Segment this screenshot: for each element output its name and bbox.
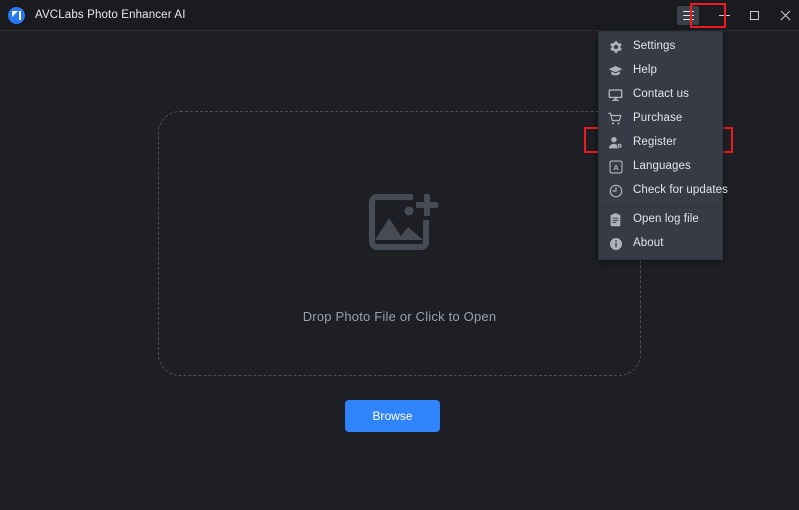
photo-dropzone[interactable]: Drop Photo File or Click to Open [158,111,641,376]
logo-glyph [12,10,21,20]
close-button[interactable] [769,0,799,31]
info-icon [608,237,623,252]
menu-line-3 [682,18,694,21]
menu-item-settings[interactable]: Settings [599,35,722,59]
menu-item-label: Help [633,64,658,77]
refresh-icon [608,184,623,199]
clipboard-icon [608,212,623,227]
menu-item-label: Purchase [633,112,683,125]
menu-item-purchase[interactable]: Purchase [599,107,722,131]
menu-item-register[interactable]: Register [599,131,722,155]
titlebar: AVCLabs Photo Enhancer AI [0,0,799,31]
application-window: AVCLabs Photo Enhancer AI Drop Photo Fil… [0,0,799,510]
monitor-icon [608,88,623,103]
window-controls [671,0,799,31]
menu-item-help[interactable]: Help [599,59,722,83]
app-title: AVCLabs Photo Enhancer AI [35,9,186,21]
menu-item-label: About [633,237,664,250]
minimize-button[interactable] [709,0,739,31]
menu-item-label: Settings [633,40,676,53]
menu-item-label: Open log file [633,212,699,225]
browse-button[interactable]: Browse [345,400,440,432]
hamburger-menu-icon[interactable] [677,6,699,25]
menu-item-open-log-file[interactable]: Open log file [599,206,722,232]
logo-triangle [12,11,18,17]
menu-line-1 [682,10,694,13]
maximize-icon [749,11,759,20]
logo-bar [18,10,21,20]
dropzone-label: Drop Photo File or Click to Open [302,309,497,324]
menu-item-contact-us[interactable]: Contact us [599,83,722,107]
menu-item-about[interactable]: About [599,232,722,256]
image-add-icon [365,190,441,254]
shopping-cart-icon [608,112,623,127]
menu-item-label: Languages [633,160,691,173]
close-icon [779,10,790,21]
menu-item-label: Check for updates [633,184,729,197]
menu-item-languages[interactable]: A Languages [599,155,722,179]
svg-text:A: A [613,163,619,172]
avclabs-logo-icon [8,6,25,24]
user-register-icon [608,136,623,151]
hamburger-menu-button[interactable] [671,0,705,31]
gear-icon [608,40,623,55]
menu-item-label: Register [633,136,677,149]
minimize-icon [718,14,730,17]
graduation-cap-icon [608,64,623,79]
menu-line-2 [682,14,694,17]
maximize-button[interactable] [739,0,769,31]
menu-item-label: Contact us [633,88,689,101]
menu-item-check-for-updates[interactable]: Check for updates [599,179,728,203]
language-a-icon: A [608,160,623,175]
main-menu-dropdown[interactable]: Settings Help Contact us Purchase Regist… [598,31,728,260]
